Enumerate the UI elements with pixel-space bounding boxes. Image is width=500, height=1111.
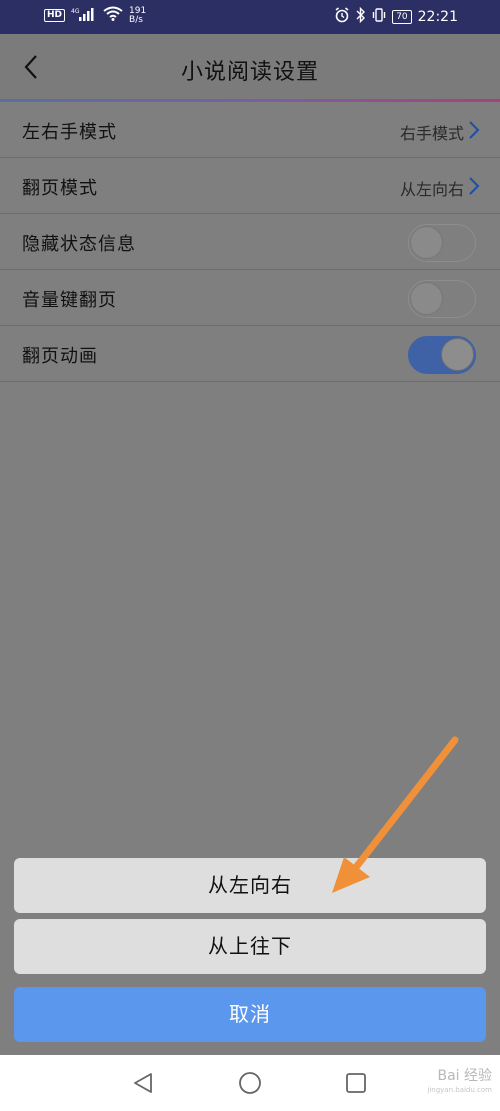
hd-badge: HD	[44, 9, 66, 22]
cancel-button[interactable]: 取消	[14, 987, 486, 1042]
setting-value: 从左向右	[399, 180, 464, 199]
setting-row-hand-mode[interactable]: 左右手模式 右手模式	[0, 102, 500, 158]
setting-row-page-animation: 翻页动画	[0, 326, 500, 382]
chevron-right-icon	[468, 120, 480, 140]
battery-indicator: 70	[392, 10, 412, 24]
baidu-watermark: Bai 经验 jingyan.baidu.com	[427, 1069, 492, 1097]
option-top-to-bottom[interactable]: 从上往下	[14, 919, 486, 974]
watermark-text: Bai 经验	[437, 1068, 492, 1084]
signal-icon: 4G	[71, 6, 97, 25]
nav-back-icon[interactable]	[131, 1071, 155, 1095]
status-left-group: HD 4G 191 B/s	[44, 6, 146, 25]
settings-list: 左右手模式 右手模式 翻页模式 从左向右 隐藏状态信息 音量键翻页 翻页动画	[0, 102, 500, 382]
setting-label: 翻页模式	[22, 178, 98, 199]
bluetooth-icon	[356, 6, 366, 27]
app-header: 小说阅读设置	[0, 34, 500, 100]
wifi-icon	[103, 6, 123, 25]
setting-label: 左右手模式	[22, 122, 117, 143]
toggle-knob	[410, 226, 443, 259]
vibrate-icon	[372, 7, 386, 27]
toggle-knob	[410, 282, 443, 315]
chevron-right-icon	[468, 176, 480, 196]
page-title: 小说阅读设置	[180, 60, 319, 85]
signal-gen: 4G	[71, 8, 80, 15]
system-nav-bar: Bai 经验 jingyan.baidu.com	[0, 1055, 500, 1111]
setting-row-volume-key: 音量键翻页	[0, 270, 500, 326]
status-bar: HD 4G 191 B/s 70 22:21	[0, 0, 500, 34]
net-speed: 191 B/s	[129, 6, 146, 25]
watermark-sub: jingyan.baidu.com	[427, 1086, 492, 1094]
toggle-volume-key[interactable]	[408, 280, 476, 318]
status-right-group: 70 22:21	[334, 6, 458, 27]
alarm-icon	[334, 7, 350, 27]
net-speed-unit: B/s	[129, 14, 143, 25]
setting-label: 翻页动画	[22, 346, 98, 367]
annotation-arrow-icon	[320, 735, 470, 900]
toggle-hide-status[interactable]	[408, 224, 476, 262]
clock: 22:21	[417, 9, 458, 25]
setting-label: 隐藏状态信息	[22, 234, 136, 255]
setting-row-page-turn-mode[interactable]: 翻页模式 从左向右	[0, 158, 500, 214]
nav-home-icon[interactable]	[238, 1071, 262, 1095]
setting-value: 右手模式	[399, 124, 464, 143]
nav-recents-icon[interactable]	[344, 1071, 368, 1095]
setting-row-hide-status: 隐藏状态信息	[0, 214, 500, 270]
toggle-knob	[441, 338, 474, 371]
setting-label: 音量键翻页	[22, 290, 117, 311]
toggle-page-animation[interactable]	[408, 336, 476, 374]
